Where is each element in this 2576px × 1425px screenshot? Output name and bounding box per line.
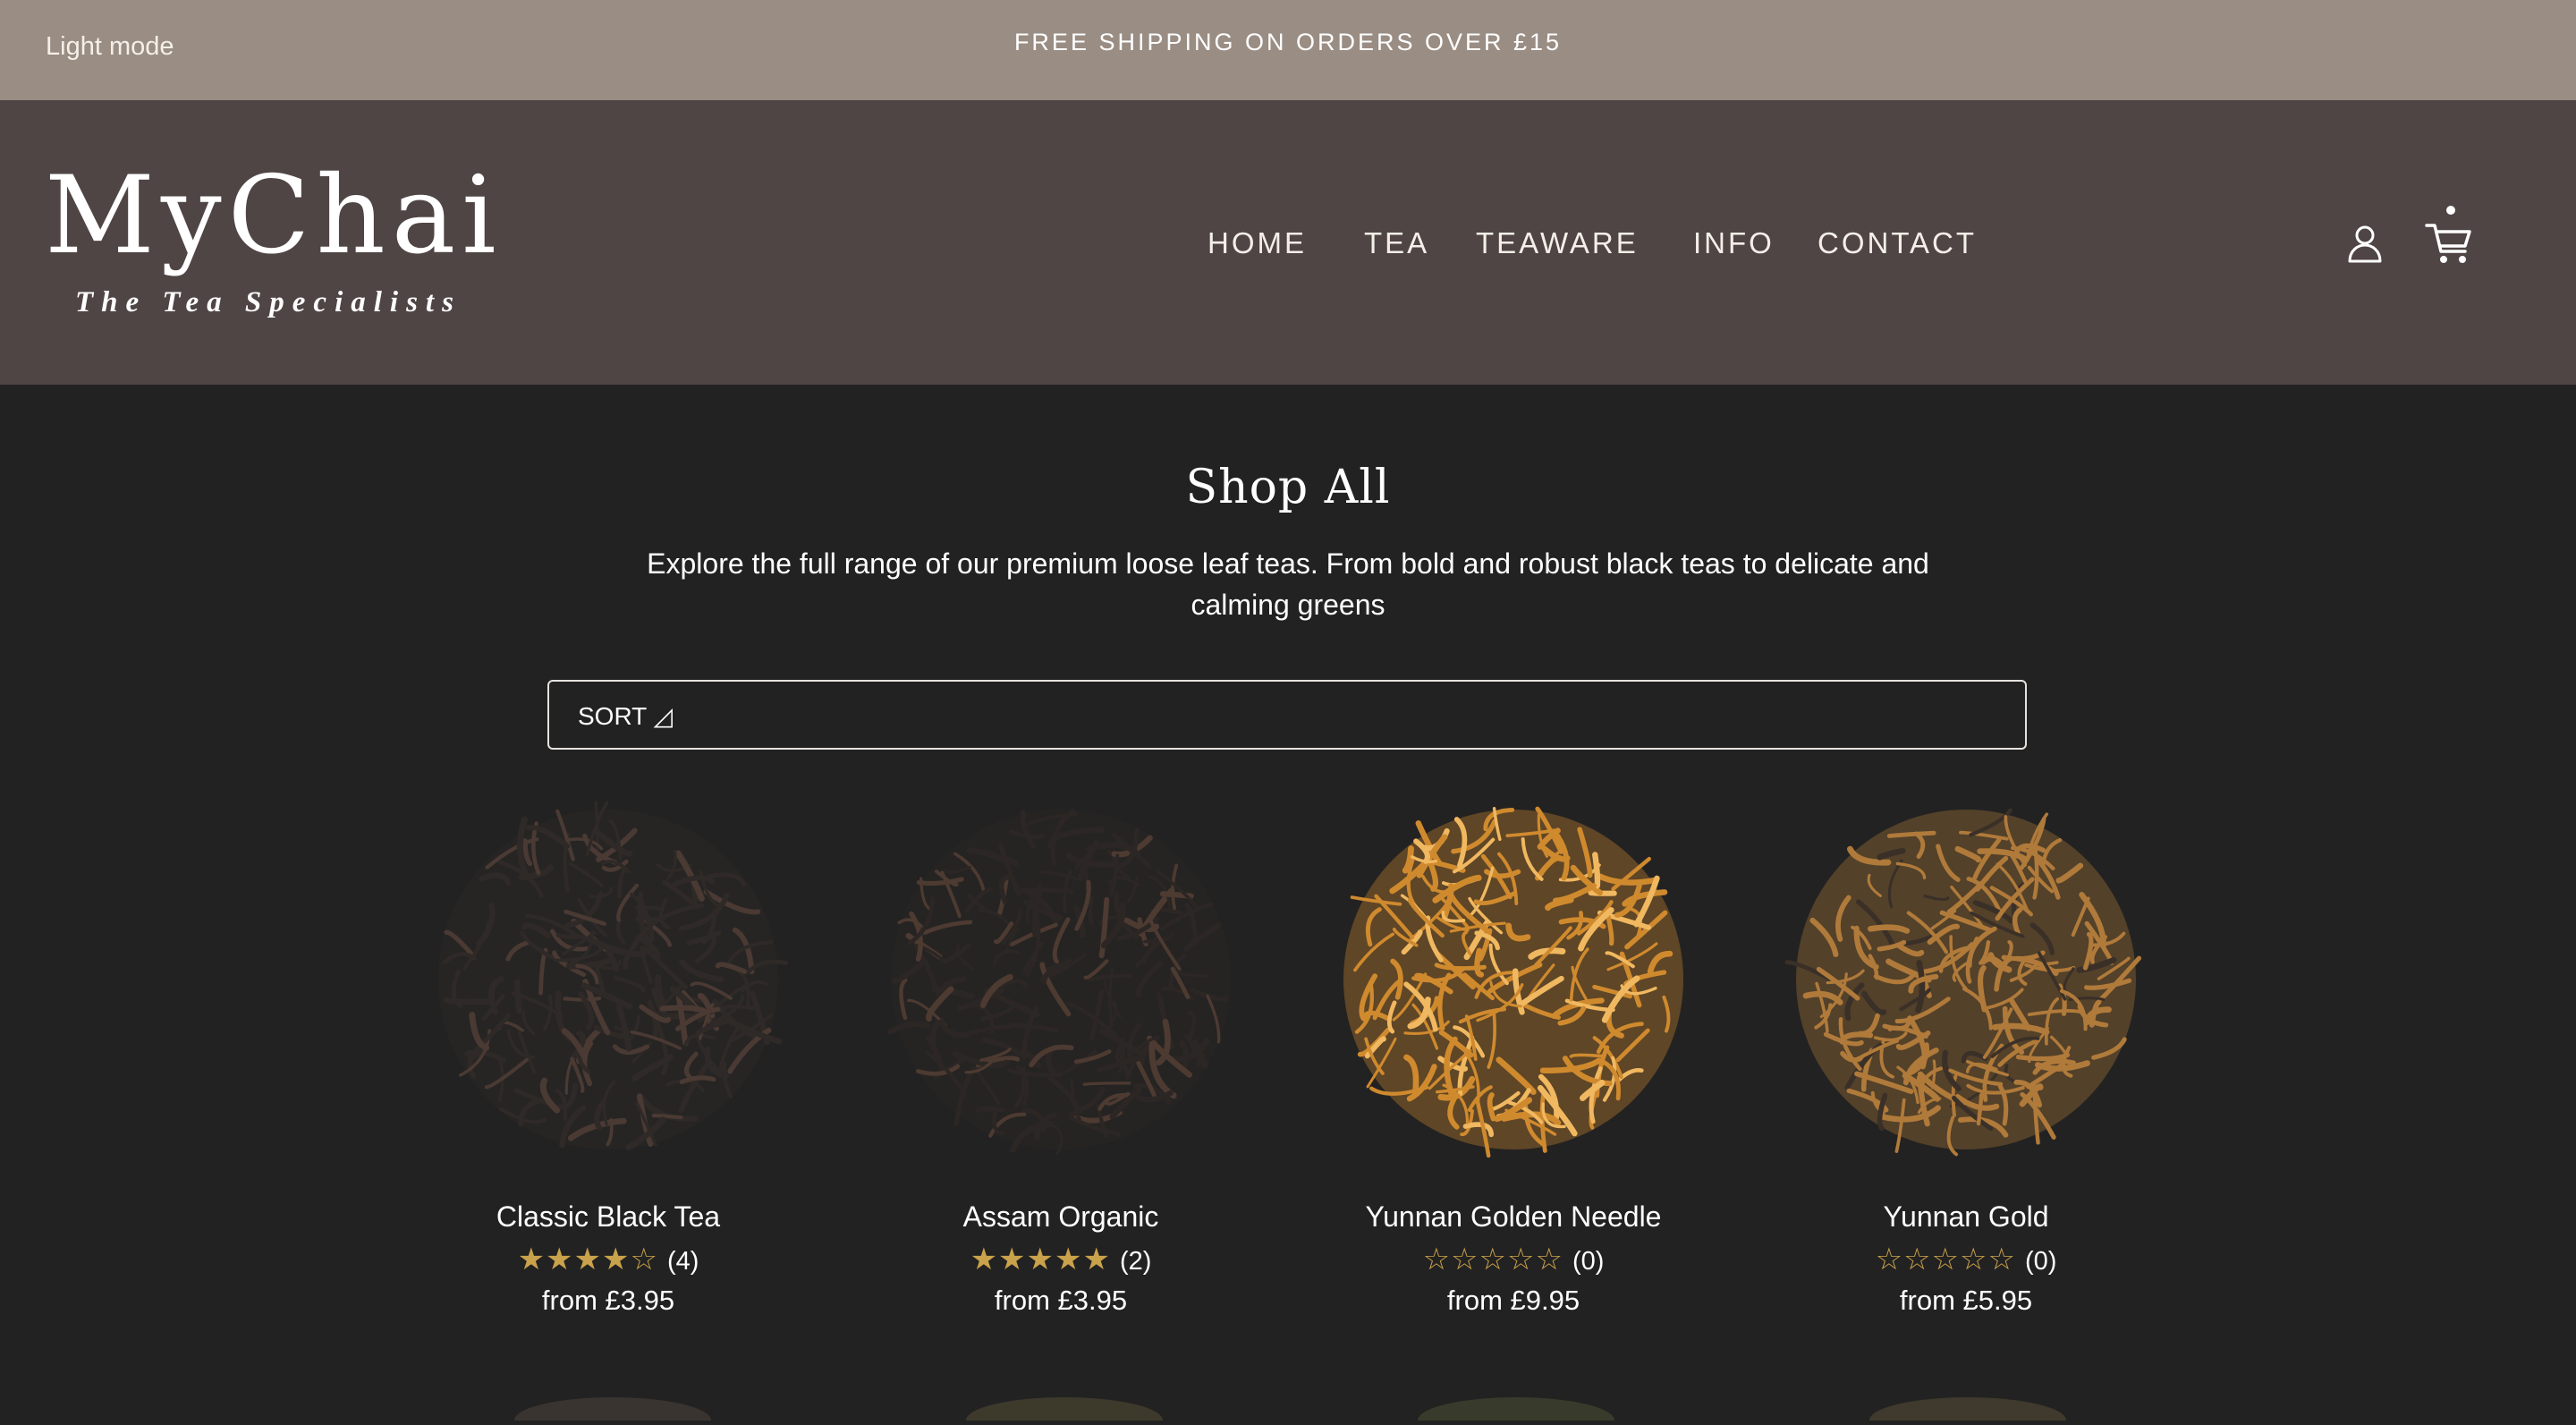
product-name[interactable]: Yunnan Golden Needle [1303, 1200, 1724, 1234]
product-image-peek[interactable] [1400, 1385, 1632, 1425]
review-count: (0) [2024, 1247, 2057, 1276]
product-price: from £5.95 [1899, 1285, 2033, 1316]
sort-dropdown[interactable]: SORT ◿ [547, 680, 2027, 750]
nav-home[interactable]: HOME [1208, 225, 1307, 261]
nav-contact[interactable]: CONTACT [1818, 225, 1977, 261]
page-intro: Explore the full range of our premium lo… [647, 547, 1929, 621]
product-card[interactable]: Yunnan Golden Needle ☆☆☆☆☆ (0) from £9.95 [1303, 787, 1724, 1333]
product-image-peek[interactable] [496, 1385, 729, 1425]
sort-label: SORT ◿ [578, 702, 674, 730]
logo-tagline: The Tea Specialists [75, 286, 462, 318]
product-card[interactable]: Assam Organic ★★★★★ (2) from £3.95 [851, 787, 1271, 1333]
product-rating: ★★★★★ (2) [851, 1242, 1271, 1277]
star-rating-icon: ★★★★☆ [517, 1243, 658, 1277]
product-image-peek[interactable] [948, 1385, 1181, 1425]
product-rating: ☆☆☆☆☆ (0) [1303, 1242, 1724, 1277]
nav-tea[interactable]: TEA [1364, 225, 1429, 261]
product-image[interactable] [869, 787, 1253, 1181]
product-name[interactable]: Assam Organic [851, 1200, 1271, 1234]
account-icon[interactable] [2343, 222, 2386, 265]
product-price: from £9.95 [1446, 1285, 1580, 1316]
free-shipping-banner: FREE SHIPPING ON ORDERS OVER £15 [1013, 29, 1563, 55]
star-rating-icon: ★★★★★ [970, 1243, 1111, 1277]
review-count: (4) [666, 1247, 699, 1276]
product-card[interactable]: Classic Black Tea ★★★★☆ (4) from £3.95 [398, 787, 818, 1333]
cart-icon[interactable] [2424, 204, 2474, 267]
product-name[interactable]: Classic Black Tea [398, 1200, 818, 1234]
product-card[interactable]: Yunnan Gold ☆☆☆☆☆ (0) from £5.95 [1756, 787, 2176, 1333]
product-image[interactable] [1774, 787, 2158, 1181]
main-nav: HOME TEA TEAWARE INFO CONTACT [0, 225, 2576, 261]
product-price: from £3.95 [541, 1285, 675, 1316]
review-count: (0) [1572, 1247, 1605, 1276]
product-image[interactable] [1321, 787, 1706, 1181]
product-image[interactable] [416, 787, 801, 1181]
page-title: Shop All [1185, 461, 1391, 514]
product-rating: ★★★★☆ (4) [398, 1242, 818, 1277]
review-count: (2) [1119, 1247, 1152, 1276]
product-name[interactable]: Yunnan Gold [1756, 1200, 2176, 1234]
product-price: from £3.95 [994, 1285, 1128, 1316]
star-rating-icon: ☆☆☆☆☆ [1422, 1243, 1563, 1277]
product-image-peek[interactable] [1852, 1385, 2084, 1425]
nav-info[interactable]: INFO [1693, 225, 1775, 261]
product-rating: ☆☆☆☆☆ (0) [1756, 1242, 2176, 1277]
nav-teaware[interactable]: TEAWARE [1476, 225, 1639, 261]
star-rating-icon: ☆☆☆☆☆ [1875, 1243, 2016, 1277]
announcement-bar: Light mode FREE SHIPPING ON ORDERS OVER … [0, 0, 2576, 100]
